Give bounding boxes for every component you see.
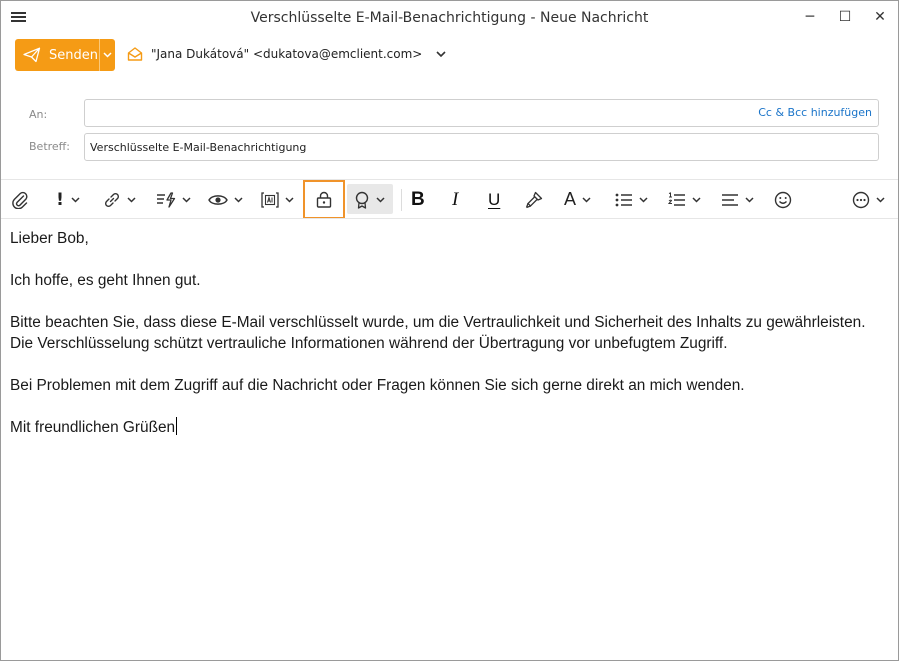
toolbar-divider: [1, 218, 898, 219]
chevron-down-icon: [127, 196, 136, 203]
add-cc-bcc-link[interactable]: Cc & Bcc hinzufügen: [758, 106, 872, 119]
closing-line: Mit freundlichen Grüßen: [10, 419, 176, 436]
link-button[interactable]: [103, 180, 136, 219]
more-icon: [852, 191, 870, 208]
underline-button[interactable]: U: [488, 180, 500, 219]
from-address: "Jana Dukátová" <dukatova@emclient.com>: [151, 47, 423, 61]
send-button-label: Senden: [49, 47, 98, 63]
chevron-down-icon: [182, 196, 191, 203]
bullet-list-button[interactable]: [615, 180, 648, 219]
align-icon: [722, 193, 738, 206]
template-button[interactable]: [261, 180, 294, 219]
chevron-down-icon: [376, 196, 385, 203]
to-field[interactable]: Cc & Bcc hinzufügen: [84, 99, 879, 127]
title-bar: Verschlüsselte E-Mail-Benachrichtigung -…: [1, 1, 898, 35]
minimize-button[interactable]: ─: [797, 7, 823, 27]
chevron-down-icon: [285, 196, 294, 203]
chevron-down-icon: [745, 196, 754, 203]
priority-button[interactable]: !: [55, 180, 80, 219]
bullet-list-icon: [615, 193, 632, 206]
closing-paragraph: Mit freundlichen Grüßen: [10, 417, 890, 438]
align-button[interactable]: [721, 180, 754, 219]
window-title: Verschlüsselte E-Mail-Benachrichtigung -…: [250, 10, 649, 26]
chevron-down-icon: [103, 52, 112, 58]
body-line: Bei Problemen mit dem Zugriff auf die Na…: [10, 377, 745, 394]
italic-icon: I: [452, 188, 459, 210]
sign-icon: [355, 191, 369, 209]
send-options-dropdown[interactable]: [99, 39, 115, 71]
font-icon: A: [564, 189, 577, 209]
format-painter-button[interactable]: [525, 180, 543, 219]
compose-window: Verschlüsselte E-Mail-Benachrichtigung -…: [0, 0, 899, 661]
chevron-down-icon: [692, 196, 701, 203]
sign-button[interactable]: [354, 180, 385, 219]
formatting-toolbar: ! B I U A: [1, 180, 898, 219]
message-body-editor[interactable]: Lieber Bob, Ich hoffe, es geht Ihnen gut…: [10, 228, 890, 438]
bold-icon: B: [411, 188, 425, 210]
greeting-line: Lieber Bob,: [10, 230, 89, 247]
encrypt-lock-icon: [316, 191, 332, 208]
to-label: An:: [29, 108, 48, 121]
encrypt-button[interactable]: [316, 180, 332, 219]
close-button[interactable]: ✕: [867, 7, 893, 27]
italic-button[interactable]: I: [452, 180, 458, 219]
body-line: Ich hoffe, es geht Ihnen gut.: [10, 272, 201, 289]
body-line: Die Verschlüsselung schützt vertrauliche…: [10, 335, 728, 352]
quick-text-button[interactable]: [156, 180, 191, 219]
numbered-list-icon: [668, 191, 685, 206]
paper-plane-icon: [23, 47, 41, 63]
chevron-down-icon: [639, 196, 648, 203]
chevron-down-icon: [876, 196, 885, 203]
quick-text-icon: [157, 191, 176, 208]
body-line: Bitte beachten Sie, dass diese E-Mail ve…: [10, 314, 866, 331]
font-button[interactable]: A: [564, 180, 591, 219]
chevron-down-icon: [436, 51, 446, 57]
from-account-selector[interactable]: "Jana Dukátová" <dukatova@emclient.com>: [127, 46, 446, 62]
chevron-down-icon: [582, 196, 591, 203]
attach-button[interactable]: [12, 180, 28, 219]
chevron-down-icon: [71, 196, 80, 203]
chevron-down-icon: [234, 196, 243, 203]
maximize-button[interactable]: ☐: [832, 7, 858, 27]
text-cursor: [176, 417, 178, 435]
subject-field[interactable]: Verschlüsselte E-Mail-Benachrichtigung: [84, 133, 879, 161]
attach-icon: [12, 191, 28, 209]
numbered-list-button[interactable]: [668, 180, 701, 219]
subject-label: Betreff:: [29, 140, 70, 153]
link-icon: [104, 192, 120, 207]
emoji-button[interactable]: [774, 180, 792, 219]
bold-button[interactable]: B: [411, 180, 425, 219]
read-receipt-button[interactable]: [208, 180, 243, 219]
envelope-open-icon: [127, 47, 143, 61]
emoji-icon: [774, 191, 792, 208]
underline-icon: U: [488, 189, 501, 209]
format-painter-icon: [525, 191, 543, 208]
read-receipt-icon: [208, 194, 228, 205]
template-icon: [261, 191, 279, 208]
send-button[interactable]: Senden: [15, 39, 99, 71]
more-options-button[interactable]: [852, 180, 885, 219]
subject-value: Verschlüsselte E-Mail-Benachrichtigung: [90, 140, 307, 154]
priority-icon: !: [56, 189, 64, 210]
